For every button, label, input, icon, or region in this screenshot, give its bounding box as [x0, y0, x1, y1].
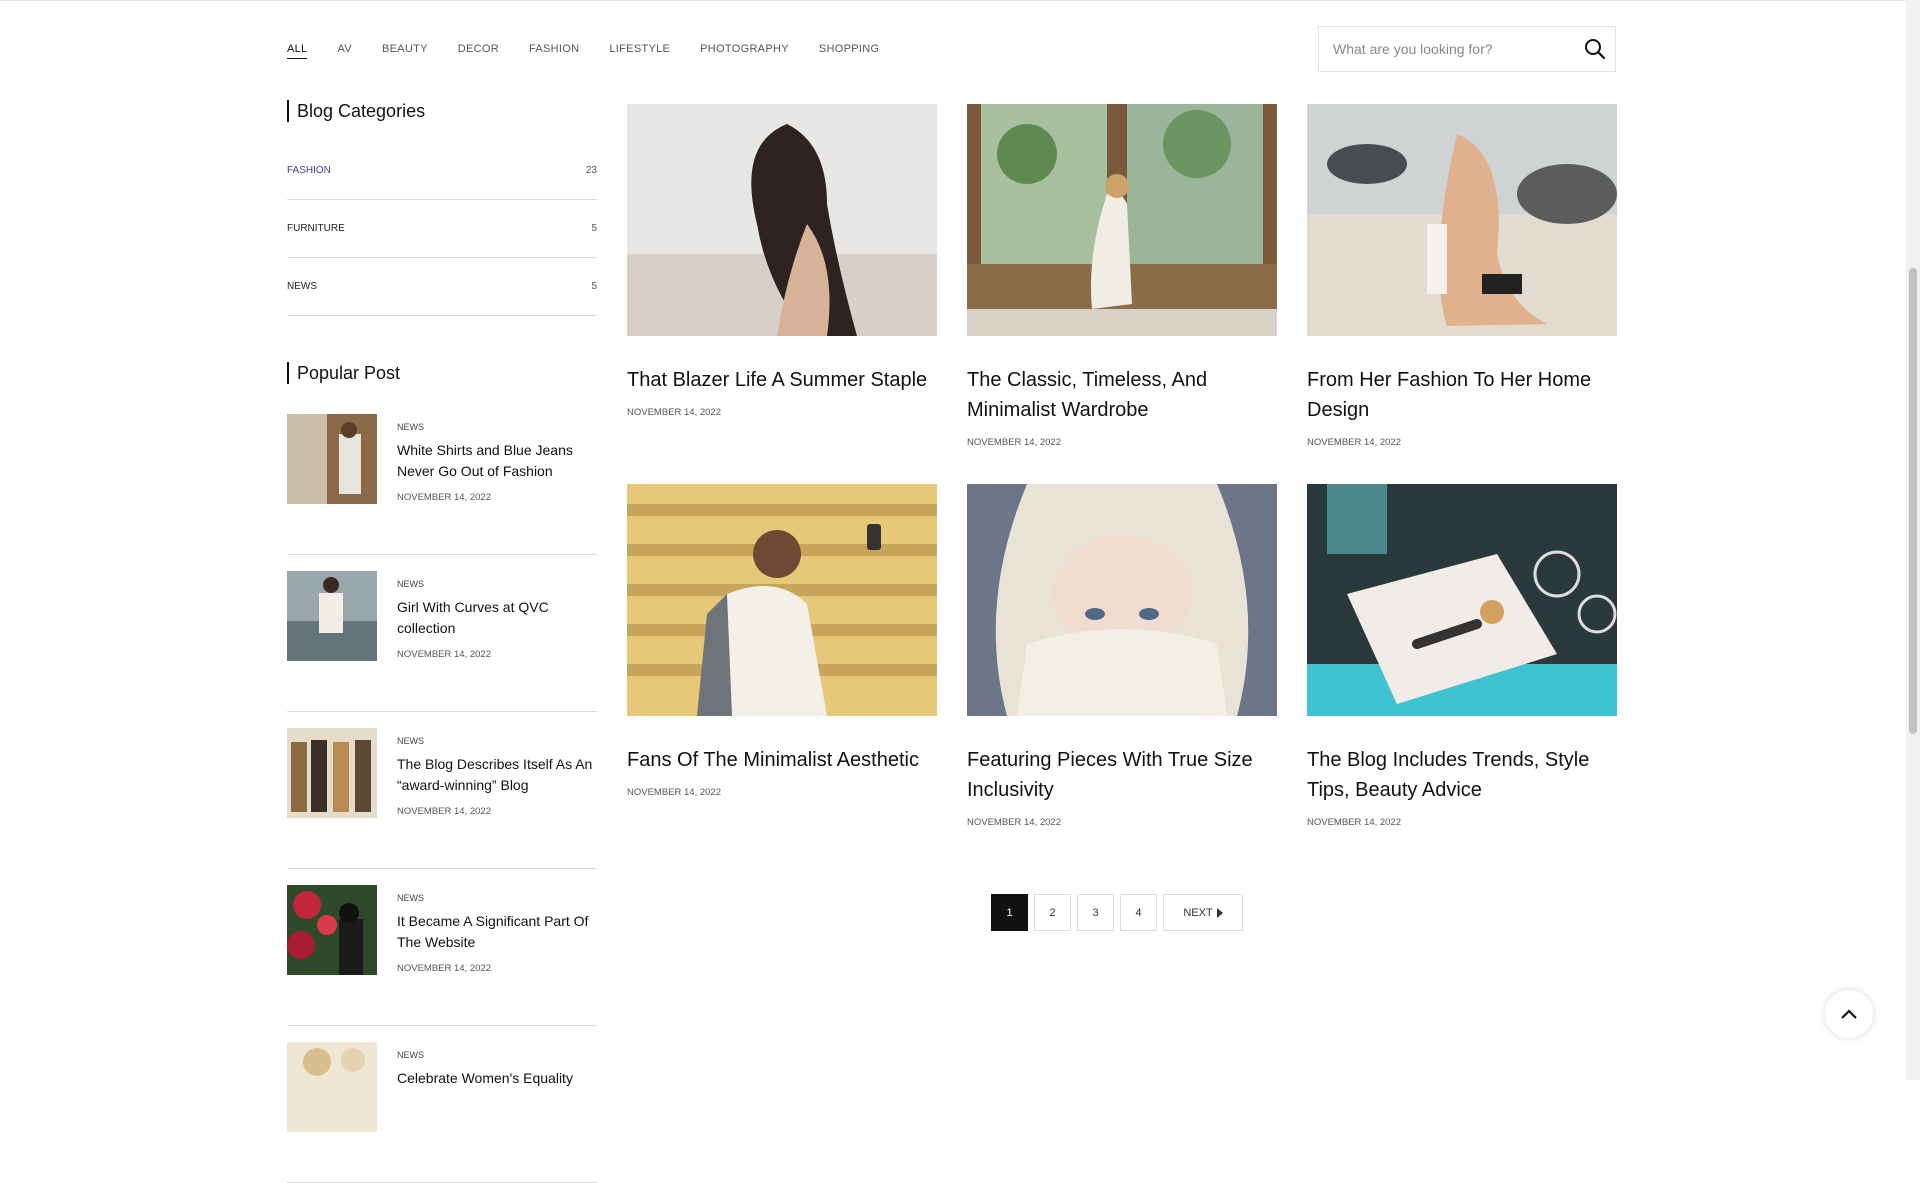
- category-name: NEWS: [287, 281, 317, 292]
- pagination: 1 2 3 4 NEXT: [991, 894, 1243, 931]
- popular-post-item: NEWS Celebrate Women's Equality: [287, 1026, 597, 1183]
- scrollbar[interactable]: [1906, 0, 1920, 1080]
- top-divider: [0, 0, 1906, 1]
- post-tag[interactable]: NEWS: [397, 893, 597, 903]
- post-image[interactable]: [627, 104, 937, 336]
- post-thumbnail[interactable]: [287, 414, 377, 504]
- post-title-link[interactable]: Fans Of The Minimalist Aesthetic: [627, 745, 937, 775]
- post-card: Featuring Pieces With True Size Inclusiv…: [967, 484, 1277, 864]
- post-title-link[interactable]: That Blazer Life A Summer Staple: [627, 365, 937, 395]
- filter-av[interactable]: AV: [337, 43, 351, 59]
- post-thumbnail[interactable]: [287, 885, 377, 975]
- page-2-button[interactable]: 2: [1034, 894, 1071, 931]
- post-title-link[interactable]: The Blog Includes Trends, Style Tips, Be…: [1307, 745, 1617, 805]
- category-list: FASHION 23 FURNITURE 5 NEWS 5: [287, 142, 597, 316]
- category-filter-nav: ALL AV BEAUTY DECOR FASHION LIFESTYLE PH…: [287, 43, 879, 59]
- post-tag[interactable]: NEWS: [397, 422, 597, 432]
- category-name: FURNITURE: [287, 223, 345, 234]
- filter-all[interactable]: ALL: [287, 43, 308, 59]
- post-date: NOVEMBER 14, 2022: [397, 806, 491, 817]
- category-count: 5: [591, 223, 597, 234]
- post-card: That Blazer Life A Summer Staple NOVEMBE…: [627, 104, 937, 484]
- category-item-news[interactable]: NEWS 5: [287, 258, 597, 316]
- post-image[interactable]: [967, 484, 1277, 716]
- category-item-fashion[interactable]: FASHION 23: [287, 142, 597, 200]
- popular-post-title: Popular Post: [287, 362, 597, 384]
- post-title-link[interactable]: Girl With Curves at QVC collection: [397, 597, 597, 639]
- post-card: From Her Fashion To Her Home Design NOVE…: [1307, 104, 1617, 484]
- post-title-link[interactable]: It Became A Significant Part Of The Webs…: [397, 911, 597, 953]
- post-title-link[interactable]: The Blog Describes Itself As An “award-w…: [397, 754, 597, 796]
- popular-post-item: NEWS White Shirts and Blue Jeans Never G…: [287, 398, 597, 555]
- post-title-link[interactable]: The Classic, Timeless, And Minimalist Wa…: [967, 365, 1277, 425]
- post-card: The Blog Includes Trends, Style Tips, Be…: [1307, 484, 1617, 864]
- post-date: NOVEMBER 14, 2022: [397, 963, 491, 974]
- popular-post-list: NEWS White Shirts and Blue Jeans Never G…: [287, 398, 597, 1183]
- post-card: The Classic, Timeless, And Minimalist Wa…: [967, 104, 1277, 484]
- post-date: NOVEMBER 14, 2022: [627, 407, 721, 418]
- post-title-link[interactable]: From Her Fashion To Her Home Design: [1307, 365, 1617, 425]
- filter-decor[interactable]: DECOR: [458, 43, 499, 59]
- post-date: NOVEMBER 14, 2022: [967, 437, 1061, 448]
- post-thumbnail[interactable]: [287, 728, 377, 818]
- category-count: 23: [585, 165, 597, 176]
- page-3-button[interactable]: 3: [1077, 894, 1114, 931]
- post-image[interactable]: [627, 484, 937, 716]
- post-image[interactable]: [967, 104, 1277, 336]
- post-card: Fans Of The Minimalist Aesthetic NOVEMBE…: [627, 484, 937, 864]
- search-input[interactable]: [1319, 27, 1575, 71]
- search-icon: [1585, 39, 1606, 60]
- next-label: NEXT: [1183, 906, 1213, 919]
- post-tag[interactable]: NEWS: [397, 579, 597, 589]
- post-date: NOVEMBER 14, 2022: [967, 817, 1061, 828]
- category-name: FASHION: [287, 165, 331, 176]
- category-count: 5: [591, 281, 597, 292]
- filter-photography[interactable]: PHOTOGRAPHY: [700, 43, 789, 59]
- chevron-up-icon: [1841, 1009, 1857, 1019]
- page-1-button[interactable]: 1: [991, 894, 1028, 931]
- post-tag[interactable]: NEWS: [397, 736, 597, 746]
- post-title-link[interactable]: White Shirts and Blue Jeans Never Go Out…: [397, 440, 597, 482]
- filter-shopping[interactable]: SHOPPING: [819, 43, 879, 59]
- caret-right-icon: [1216, 907, 1223, 918]
- post-image[interactable]: [1307, 484, 1617, 716]
- post-date: NOVEMBER 14, 2022: [1307, 817, 1401, 828]
- post-date: NOVEMBER 14, 2022: [397, 649, 491, 660]
- filter-fashion[interactable]: FASHION: [529, 43, 579, 59]
- post-thumbnail[interactable]: [287, 571, 377, 661]
- popular-post-widget: Popular Post NEWS White Shirts and Blue …: [287, 362, 597, 1183]
- search-button[interactable]: [1575, 27, 1615, 71]
- filter-beauty[interactable]: BEAUTY: [382, 43, 428, 59]
- next-page-button[interactable]: NEXT: [1163, 894, 1243, 931]
- post-date: NOVEMBER 14, 2022: [627, 787, 721, 798]
- post-thumbnail[interactable]: [287, 1042, 377, 1132]
- post-image[interactable]: [1307, 104, 1617, 336]
- post-title-link[interactable]: Featuring Pieces With True Size Inclusiv…: [967, 745, 1277, 805]
- post-title-link[interactable]: Celebrate Women's Equality: [397, 1068, 573, 1089]
- sidebar: Blog Categories FASHION 23 FURNITURE 5 N…: [287, 100, 597, 1183]
- post-date: NOVEMBER 14, 2022: [1307, 437, 1401, 448]
- back-to-top-button[interactable]: [1825, 990, 1873, 1038]
- filter-lifestyle[interactable]: LIFESTYLE: [609, 43, 670, 59]
- search-box: [1318, 26, 1616, 72]
- post-tag[interactable]: NEWS: [397, 1050, 573, 1060]
- scrollbar-thumb[interactable]: [1909, 268, 1917, 734]
- popular-post-item: NEWS Girl With Curves at QVC collection …: [287, 555, 597, 712]
- page-4-button[interactable]: 4: [1120, 894, 1157, 931]
- category-item-furniture[interactable]: FURNITURE 5: [287, 200, 597, 258]
- popular-post-item: NEWS The Blog Describes Itself As An “aw…: [287, 712, 597, 869]
- blog-categories-title: Blog Categories: [287, 100, 597, 122]
- popular-post-item: NEWS It Became A Significant Part Of The…: [287, 869, 597, 1026]
- post-date: NOVEMBER 14, 2022: [397, 492, 491, 503]
- post-grid: That Blazer Life A Summer Staple NOVEMBE…: [627, 104, 1617, 864]
